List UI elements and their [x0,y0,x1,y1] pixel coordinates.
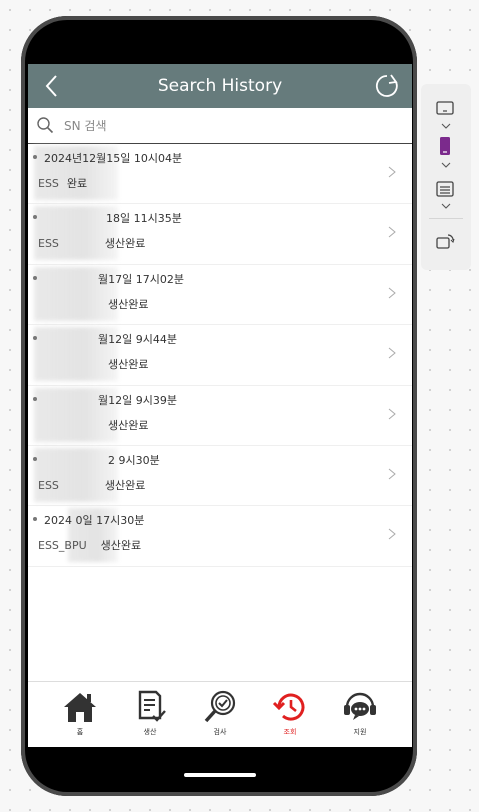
history-status: ESS_BPU 생산완료 [38,539,142,553]
history-status: ESS 생산완료 [38,237,146,251]
tab-history[interactable]: 조회 [266,690,314,746]
history-date: 월17일 17시02분 [98,272,184,286]
tablet-landscape-icon[interactable] [435,98,455,118]
tab-home[interactable]: 홈 [56,690,104,746]
tab-label: 조회 [283,728,297,736]
history-status: 생산완료 [108,418,149,432]
history-date: 2024년12월15일 10시04분 [44,152,183,165]
magnifier-check-icon [204,690,236,723]
history-date: 18일 11시35분 [106,212,182,226]
app-header: Search History [28,64,412,108]
tab-label: 지원 [353,728,367,736]
bottom-tab-bar: 홈 생산 검사 조회 지원 [28,681,412,747]
chevron-right-icon [388,166,396,178]
list-item[interactable]: 18일 11시35분 ESS 생산완료 [28,204,412,265]
history-date: 2 9시30분 [108,453,160,467]
tab-label: 검사 [213,728,227,736]
history-status: ESS 완료 [38,177,88,190]
tab-support[interactable]: 지원 [336,690,384,746]
app-screen: Search History 2024년12월15일 10시04분 ESS완료 … [28,64,412,747]
list-item[interactable]: 월17일 17시02분 생산완료 [28,265,412,326]
list-item[interactable]: 2 9시30분 ESS 생산완료 [28,446,412,507]
search-input[interactable] [62,114,396,138]
bullet-icon [33,517,37,522]
history-icon [272,693,305,721]
chevron-right-icon [388,287,396,299]
history-list: 2024년12월15일 10시04분 ESS 완료 18일 11시35분 ESS 생… [28,144,412,567]
home-indicator[interactable] [184,773,256,777]
chevron-down-icon[interactable] [441,161,451,169]
list-item[interactable]: 월12일 9시44분 생산완료 [28,325,412,386]
history-date: 월12일 9시44분 [98,333,177,347]
layout-icon[interactable] [435,179,455,199]
tab-label: 홈 [76,728,84,736]
chevron-down-icon[interactable] [441,202,451,210]
history-status: ESS 생산완료 [38,478,146,492]
toolbar-divider [429,218,463,219]
bullet-icon [33,456,37,461]
bullet-icon [33,396,37,401]
chevron-right-icon [388,468,396,480]
history-date: 2024 0일 17시30분 [44,514,145,528]
tab-label: 생산 [143,728,157,736]
page-title: Search History [157,76,283,96]
list-item[interactable]: 2024년12월15일 10시04분 ESS 완료 [28,144,412,205]
history-date: 월12일 9시39분 [98,393,177,407]
tab-inspection[interactable]: 검사 [196,690,244,746]
history-status: 생산완료 [108,297,149,311]
tab-production[interactable]: 생산 [126,690,174,746]
search-icon [37,117,54,134]
history-status: 생산완료 [108,358,149,372]
list-item[interactable]: 2024 0일 17시30분 ESS_BPU 생산완료 [28,506,412,567]
bullet-icon [33,155,37,159]
device-toolbar [421,84,471,270]
chevron-down-icon[interactable] [441,122,451,130]
phone-portrait-icon[interactable] [435,136,455,156]
support-chat-icon [344,692,376,720]
chevron-right-icon [388,408,396,419]
search-bar [28,108,412,144]
chevron-right-icon [388,528,396,540]
chevron-right-icon [388,227,396,238]
list-item[interactable]: 월12일 9시39분 생산완료 [28,386,412,446]
refresh-icon[interactable] [374,73,400,99]
chevron-right-icon [388,347,396,359]
document-check-icon [138,690,166,722]
rotate-device-icon[interactable] [435,232,455,252]
home-icon [64,693,96,722]
bullet-icon [33,275,37,280]
redaction-blur [34,447,118,502]
